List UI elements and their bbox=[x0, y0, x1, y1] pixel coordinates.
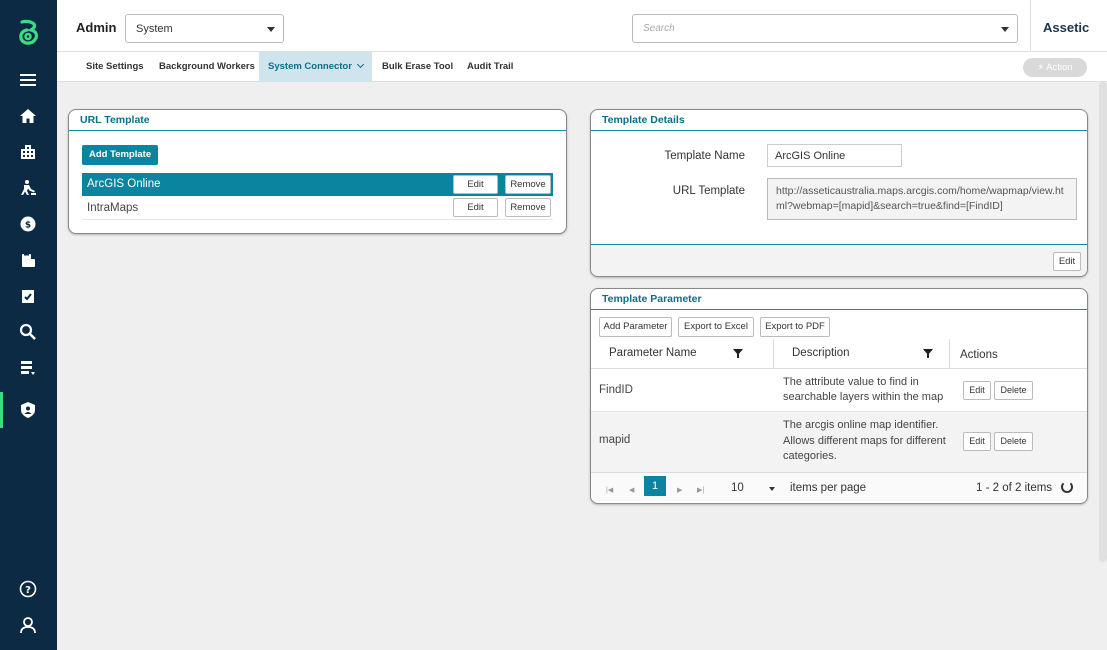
parameter-name-cell: mapid bbox=[599, 434, 631, 446]
building-icon[interactable] bbox=[16, 140, 40, 164]
export-pdf-button[interactable]: Export to PDF bbox=[760, 317, 830, 337]
first-page-icon[interactable]: |◀ bbox=[606, 486, 613, 494]
svg-text:?: ? bbox=[25, 585, 31, 596]
brand-name: Assetic bbox=[1043, 20, 1090, 35]
card-title: Template Details bbox=[591, 110, 1087, 131]
system-select-value: System bbox=[136, 23, 173, 35]
column-header-actions: Actions bbox=[960, 349, 998, 361]
add-template-button[interactable]: Add Template bbox=[82, 145, 159, 165]
action-button[interactable]: ⚡ Action bbox=[1023, 58, 1087, 77]
grid-header: Parameter Name Description Actions bbox=[591, 339, 1087, 369]
checklist-icon[interactable] bbox=[16, 284, 40, 308]
current-page[interactable]: 1 bbox=[644, 476, 666, 496]
tab-bar: Site Settings Background Workers System … bbox=[57, 52, 1107, 82]
home-icon[interactable] bbox=[16, 104, 40, 128]
table-row: FindID The attribute value to find in se… bbox=[591, 369, 1087, 412]
page-scrollbar[interactable] bbox=[1099, 82, 1107, 562]
tab-label: Bulk Erase Tool bbox=[382, 61, 454, 72]
template-name-field[interactable]: ArcGIS Online bbox=[767, 144, 902, 167]
system-select[interactable]: System bbox=[125, 14, 284, 43]
tab-label: Background Workers bbox=[159, 61, 255, 72]
url-template-label: URL Template bbox=[672, 185, 745, 197]
edit-button[interactable]: Edit bbox=[453, 198, 498, 217]
edit-button[interactable]: Edit bbox=[1053, 252, 1081, 271]
remove-button[interactable]: Remove bbox=[505, 175, 551, 194]
caret-down-icon bbox=[769, 487, 775, 491]
clipboard-icon[interactable] bbox=[16, 248, 40, 272]
admin-label: Admin bbox=[76, 20, 117, 35]
prev-page-icon[interactable]: ◀ bbox=[629, 486, 634, 494]
table-row: mapid The arcgis online map identifier. … bbox=[591, 412, 1087, 472]
column-header-parameter-name[interactable]: Parameter Name bbox=[609, 339, 697, 369]
remove-button[interactable]: Remove bbox=[505, 198, 551, 217]
url-template-card: URL Template Add Template ArcGIS Online … bbox=[68, 109, 567, 234]
help-icon[interactable]: ? bbox=[16, 577, 40, 601]
tab-background-workers[interactable]: Background Workers bbox=[150, 52, 264, 82]
shield-user-icon[interactable] bbox=[16, 398, 40, 422]
card-title: Template Parameter bbox=[591, 289, 1087, 310]
pager-summary: 1 - 2 of 2 items bbox=[976, 482, 1053, 494]
tab-system-connector[interactable]: System Connector bbox=[259, 52, 372, 82]
template-name: IntraMaps bbox=[87, 202, 139, 214]
page-size-select[interactable]: 10 bbox=[731, 482, 775, 494]
export-excel-button[interactable]: Export to Excel bbox=[678, 317, 754, 337]
edit-button[interactable]: Edit bbox=[963, 432, 991, 451]
menu-icon[interactable] bbox=[16, 68, 40, 92]
items-per-page-label: items per page bbox=[790, 482, 867, 494]
page-size-value: 10 bbox=[731, 482, 744, 494]
document-list-icon[interactable] bbox=[16, 356, 40, 380]
svg-text:$: $ bbox=[25, 221, 31, 231]
url-template-field[interactable]: http://asseticaustralia.maps.arcgis.com/… bbox=[767, 178, 1077, 220]
refresh-icon[interactable] bbox=[1061, 481, 1073, 493]
filter-icon-stem bbox=[927, 354, 929, 358]
chevron-down-icon bbox=[356, 60, 364, 69]
delete-button[interactable]: Delete bbox=[994, 432, 1033, 451]
pager: |◀ ◀ 1 ▶ ▶| 10 items per page 1 - 2 of 2… bbox=[591, 472, 1087, 502]
tab-label: Audit Trail bbox=[467, 61, 514, 72]
card-title: URL Template bbox=[69, 110, 566, 131]
sidebar: $ ? bbox=[0, 0, 57, 650]
description-cell: The arcgis online map identifier. Allows… bbox=[783, 419, 946, 462]
caret-down-icon bbox=[1001, 27, 1009, 32]
header: Admin System Search Assetic bbox=[57, 0, 1107, 52]
add-parameter-button[interactable]: Add Parameter bbox=[599, 317, 672, 337]
parameter-name-cell: FindID bbox=[599, 384, 633, 396]
search-placeholder: Search bbox=[643, 23, 675, 34]
tab-site-settings[interactable]: Site Settings bbox=[77, 52, 153, 82]
sidebar-active-indicator bbox=[0, 392, 3, 428]
last-page-icon[interactable]: ▶| bbox=[697, 486, 704, 494]
worker-icon[interactable] bbox=[16, 176, 40, 200]
globe-dollar-icon[interactable]: $ bbox=[16, 212, 40, 236]
description-cell: The attribute value to find in searchabl… bbox=[783, 376, 944, 403]
template-parameter-card: Template Parameter Add Parameter Export … bbox=[590, 288, 1088, 504]
filter-icon-stem bbox=[737, 354, 739, 358]
next-page-icon[interactable]: ▶ bbox=[677, 486, 682, 494]
search-input[interactable]: Search bbox=[632, 14, 1018, 43]
tab-label: System Connector bbox=[268, 61, 352, 72]
edit-button[interactable]: Edit bbox=[963, 381, 991, 400]
caret-down-icon bbox=[267, 27, 275, 32]
tab-bulk-erase-tool[interactable]: Bulk Erase Tool bbox=[373, 52, 462, 82]
card-footer: Edit bbox=[591, 244, 1087, 276]
template-name-label: Template Name bbox=[664, 150, 745, 162]
user-icon[interactable] bbox=[16, 613, 40, 637]
header-divider bbox=[1030, 0, 1031, 52]
assetic-logo-icon[interactable] bbox=[16, 19, 42, 45]
delete-button[interactable]: Delete bbox=[994, 381, 1033, 400]
template-name: ArcGIS Online bbox=[87, 178, 161, 190]
tab-audit-trail[interactable]: Audit Trail bbox=[458, 52, 522, 82]
search-icon[interactable] bbox=[16, 320, 40, 344]
template-details-card: Template Details Template Name ArcGIS On… bbox=[590, 109, 1088, 277]
column-header-description[interactable]: Description bbox=[792, 339, 850, 369]
tab-label: Site Settings bbox=[86, 61, 144, 72]
edit-button[interactable]: Edit bbox=[453, 175, 498, 194]
